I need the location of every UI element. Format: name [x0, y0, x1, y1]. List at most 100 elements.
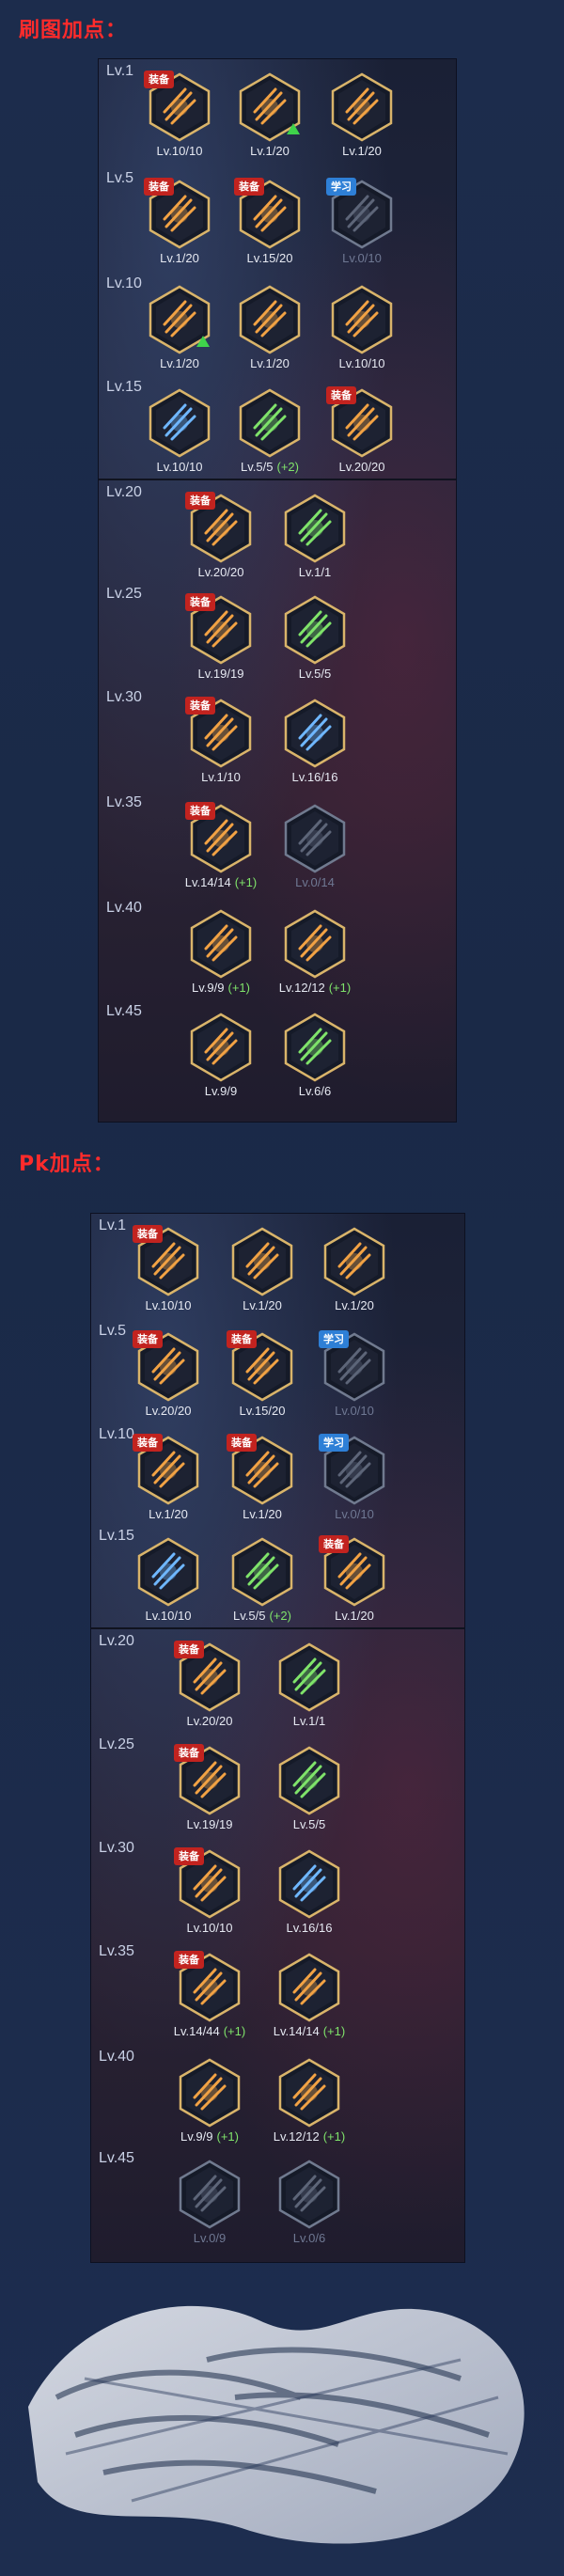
skill-slot[interactable]: Lv.10/10 — [129, 1537, 208, 1623]
skill-level-value: Lv.14/14 — [184, 875, 231, 889]
skill-slot[interactable]: Lv.10/10 — [140, 388, 219, 474]
skill-slot[interactable]: Lv.10/10 — [322, 285, 401, 370]
skill-slot[interactable]: 装备 Lv.20/20 — [322, 386, 401, 474]
skill-slot[interactable]: 装备 Lv.20/20 — [129, 1330, 208, 1418]
skill-slot[interactable]: 装备 Lv.1/20 — [223, 1434, 302, 1521]
level-label: Lv.40 — [106, 900, 142, 916]
skill-level-text: Lv.1/20 — [315, 1609, 394, 1623]
skill-level-value: Lv.20/20 — [197, 565, 244, 579]
twin-strike-icon: 装备 — [185, 492, 253, 563]
skill-slot[interactable]: 装备 Lv.14/44 (+1) — [170, 1951, 249, 2038]
skill-slot[interactable]: 装备 Lv.10/10 — [140, 71, 219, 158]
skill-level-text: Lv.14/14 (+1) — [270, 2024, 349, 2038]
skill-level-text: Lv.1/1 — [270, 1714, 349, 1728]
arc-slash-icon: 装备 — [319, 1535, 386, 1607]
level-label: Lv.1 — [99, 1217, 127, 1233]
skill-slot[interactable]: Lv.0/9 — [170, 2160, 249, 2245]
skill-bonus: (+1) — [227, 981, 250, 995]
skill-slot[interactable]: Lv.12/12 (+1) — [270, 2058, 349, 2144]
skill-level-text: Lv.1/20 — [230, 356, 309, 370]
skill-slot[interactable]: 装备 Lv.10/10 — [129, 1225, 208, 1312]
skill-bonus: (+1) — [322, 2024, 346, 2038]
skill-level-text: Lv.10/10 — [129, 1609, 208, 1623]
row-divider — [91, 1627, 464, 1629]
green-giant-icon — [277, 2160, 341, 2229]
skill-slot[interactable]: 学习 Lv.0/10 — [315, 1434, 394, 1521]
skill-slot[interactable]: Lv.14/14 (+1) — [270, 1953, 349, 2038]
skill-level-text: Lv.1/1 — [275, 565, 354, 579]
section-title-grind: 刷图加点： — [19, 19, 128, 42]
skill-level-value: Lv.1/20 — [342, 144, 382, 158]
skill-slot[interactable]: Lv.1/20 — [315, 1227, 394, 1312]
skill-level-value: Lv.1/20 — [335, 1609, 374, 1623]
skill-slot[interactable]: 装备 Lv.15/20 — [230, 178, 309, 265]
skill-slot[interactable]: Lv.16/16 — [270, 1849, 349, 1935]
claw-slash-icon: 装备 — [133, 1225, 200, 1296]
level-label: Lv.35 — [99, 1943, 134, 1959]
level-row: Lv.15 Lv.10/10 Lv.5/5 (+2) 装备 Lv.1/20 — [91, 1524, 464, 1629]
level-row: Lv.45 Lv.0/9 Lv.0/6 — [91, 2146, 464, 2252]
skill-slot[interactable]: Lv.1/20 — [223, 1227, 302, 1312]
skill-level-text: Lv.1/20 — [223, 1507, 302, 1521]
skill-slot[interactable]: 装备 Lv.19/19 — [181, 593, 260, 681]
skill-slot[interactable]: 装备 Lv.15/20 — [223, 1330, 302, 1418]
skill-slot[interactable]: 装备 Lv.1/20 — [129, 1434, 208, 1521]
skill-slot[interactable]: Lv.1/20 — [230, 72, 309, 158]
skill-slot[interactable]: Lv.9/9 (+1) — [181, 909, 260, 995]
skill-slot[interactable]: Lv.5/5 (+2) — [223, 1537, 302, 1623]
skill-slot[interactable]: Lv.1/20 — [140, 285, 219, 370]
skill-slot[interactable]: Lv.9/9 (+1) — [170, 2058, 249, 2144]
level-label: Lv.25 — [99, 1736, 134, 1752]
skill-panel-grind: Lv.1 装备 Lv.10/10 Lv.1/20 Lv.1/20 Lv.5 装备 Lv.1/2… — [98, 58, 457, 1123]
aura-body-icon — [283, 699, 347, 768]
skill-slot[interactable]: 装备 Lv.1/20 — [315, 1535, 394, 1623]
skull-icon: 装备 — [174, 1847, 242, 1919]
flame-wave-icon — [322, 1227, 386, 1296]
level-row: Lv.1 装备 Lv.10/10 Lv.1/20 Lv.1/20 — [91, 1214, 464, 1319]
skill-slot[interactable]: Lv.16/16 — [275, 699, 354, 784]
skill-slot[interactable]: 装备 Lv.19/19 — [170, 1744, 249, 1831]
skill-slot[interactable]: Lv.6/6 — [275, 1013, 354, 1098]
skill-level-value: Lv.1/1 — [298, 565, 332, 579]
skill-bonus: (+2) — [269, 1609, 291, 1623]
skill-level-text: Lv.20/20 — [181, 565, 260, 579]
skill-level-text: Lv.9/9 — [181, 1084, 260, 1098]
skill-slot[interactable]: Lv.1/1 — [270, 1642, 349, 1728]
skill-level-text: Lv.16/16 — [275, 770, 354, 784]
skill-slot[interactable]: 学习 Lv.0/10 — [315, 1330, 394, 1418]
level-row: Lv.40 Lv.9/9 (+1) Lv.12/12 (+1) — [99, 896, 456, 1001]
skill-level-text: Lv.1/20 — [315, 1298, 394, 1312]
level-row: Lv.20 装备 Lv.20/20 Lv.1/1 — [91, 1627, 464, 1735]
skill-level-value: Lv.12/12 — [278, 981, 325, 995]
skill-slot[interactable]: Lv.9/9 — [181, 1013, 260, 1098]
skill-level-value: Lv.1/20 — [250, 356, 290, 370]
skill-slot[interactable]: Lv.1/20 — [230, 285, 309, 370]
skill-slot[interactable]: 装备 Lv.10/10 — [170, 1847, 249, 1935]
skill-bonus: (+1) — [234, 875, 258, 889]
skill-slot[interactable]: Lv.0/14 — [275, 804, 354, 889]
skill-slot[interactable]: Lv.0/6 — [270, 2160, 349, 2245]
skill-slot[interactable]: Lv.1/1 — [275, 494, 354, 579]
skill-level-value: Lv.1/20 — [243, 1298, 282, 1312]
skill-level-value: Lv.16/16 — [286, 1921, 333, 1935]
level-label: Lv.30 — [99, 1840, 134, 1856]
skill-slot[interactable]: Lv.5/5 — [270, 1746, 349, 1831]
skill-slot[interactable]: 装备 Lv.1/10 — [181, 697, 260, 784]
skill-slot[interactable]: Lv.1/20 — [322, 72, 401, 158]
skill-slot[interactable]: 装备 Lv.20/20 — [170, 1641, 249, 1728]
skill-slot[interactable]: 装备 Lv.20/20 — [181, 492, 260, 579]
skill-level-value: Lv.12/12 — [273, 2129, 320, 2144]
skill-slot[interactable]: 学习 Lv.0/10 — [322, 178, 401, 265]
skill-slot[interactable]: Lv.5/5 — [275, 595, 354, 681]
skill-level-text: Lv.1/20 — [223, 1298, 302, 1312]
skill-slot[interactable]: Lv.5/5 (+2) — [230, 388, 309, 474]
arc-slash-icon: 装备 — [326, 386, 394, 458]
skill-slot[interactable]: 装备 Lv.1/20 — [140, 178, 219, 265]
skill-level-text: Lv.5/5 — [270, 1817, 349, 1831]
skill-slot[interactable]: 装备 Lv.14/14 (+1) — [181, 802, 260, 889]
level-label: Lv.20 — [99, 1633, 134, 1649]
spark-burst-icon — [148, 285, 212, 354]
skill-bonus: (+2) — [276, 460, 299, 474]
level-label: Lv.45 — [99, 2150, 134, 2166]
skill-slot[interactable]: Lv.12/12 (+1) — [275, 909, 354, 995]
